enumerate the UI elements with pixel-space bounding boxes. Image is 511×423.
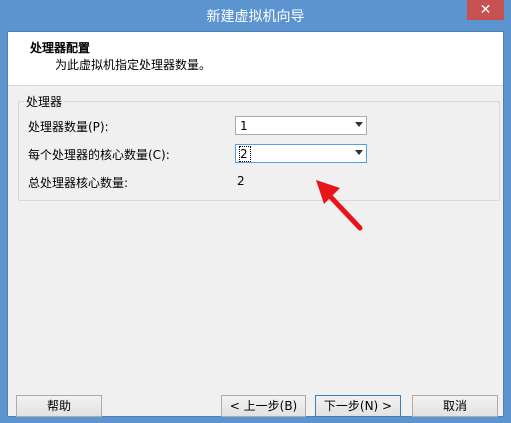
processor-group: 处理器 处理器数量(P): 1 每个处理器的核心数量(C): 2 总处理器核心数… — [18, 93, 500, 201]
total-cores-value: 2 — [237, 174, 245, 188]
red-arrow-icon — [316, 180, 363, 231]
dialog-window: 新建虚拟机向导 ✕ 处理器配置 为此虚拟机指定处理器数量。 处理器 处理器数量(… — [0, 0, 511, 423]
dialog-body: 处理器配置 为此虚拟机指定处理器数量。 处理器 处理器数量(P): 1 每个处理… — [7, 31, 504, 417]
chevron-down-icon — [355, 122, 363, 127]
next-button[interactable]: 下一步(N) > — [315, 395, 401, 417]
chevron-down-icon — [355, 150, 363, 155]
processor-count-value: 1 — [240, 119, 248, 133]
page-subtitle: 为此虚拟机指定处理器数量。 — [55, 58, 212, 72]
processor-count-select[interactable]: 1 — [235, 116, 367, 135]
help-button[interactable]: 帮助 — [16, 395, 102, 417]
cancel-button[interactable]: 取消 — [412, 395, 498, 417]
back-button[interactable]: < 上一步(B) — [221, 395, 306, 417]
group-label: 处理器 — [24, 93, 65, 110]
close-button[interactable]: ✕ — [467, 0, 504, 20]
window-title: 新建虚拟机向导 — [206, 9, 305, 25]
total-cores-label: 总处理器核心数量: — [28, 176, 129, 190]
cores-per-processor-value: 2 — [239, 146, 251, 162]
page-title: 处理器配置 — [30, 41, 91, 55]
close-icon: ✕ — [479, 2, 492, 18]
cores-per-processor-select[interactable]: 2 — [235, 144, 367, 163]
title-bar[interactable]: 新建虚拟机向导 ✕ — [0, 0, 511, 31]
cores-per-processor-label: 每个处理器的核心数量(C): — [28, 148, 170, 162]
wizard-header: 处理器配置 为此虚拟机指定处理器数量。 — [8, 32, 503, 86]
processor-count-label: 处理器数量(P): — [28, 120, 109, 134]
